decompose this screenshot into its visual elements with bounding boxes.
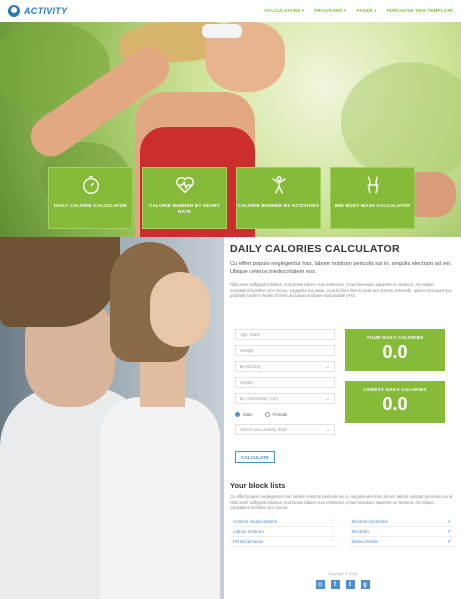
checkmark-icon: ✓ (446, 518, 452, 525)
list-item[interactable]: Electram ✓ (348, 527, 455, 537)
logo-text: ACTIVITY (24, 6, 68, 16)
activity-person-icon (271, 176, 286, 194)
list-item-label: Primis tamusan (233, 538, 264, 544)
hero-banner: DAILY CALORIE CALCULATOR CALORIE BURNED … (0, 22, 461, 237)
height-unit-value: By Centimeter (cm) (240, 396, 278, 401)
list-item[interactable]: Mutua results ✓ (348, 537, 455, 547)
nav-item-pages[interactable]: PAGES ▾ (356, 8, 376, 14)
main-nav: CALCULATORS ▾ PROGRAMS ▾ PAGES ▾ PURCHAS… (264, 8, 453, 14)
chevron-down-icon: ⌄ (325, 426, 330, 433)
nav-item-programs[interactable]: PROGRAMS ▾ (314, 8, 346, 14)
block-list: Ceteros mediocritatem › Electram luchethe… (230, 517, 455, 547)
chevron-right-icon: › (331, 518, 334, 525)
age-field[interactable]: Age Years (235, 329, 335, 340)
result-value: 0.0 (382, 394, 408, 414)
chevron-down-icon: ⌄ (325, 395, 330, 402)
women-photo (0, 237, 224, 599)
gender-male-option[interactable]: Male (235, 411, 253, 417)
checkmark-icon: ✓ (446, 528, 452, 535)
calorie-calculator: Age Years Weight By Kilo/Kg ⌄ Height By C… (230, 329, 455, 469)
gender-female-option[interactable]: Female (264, 411, 288, 417)
lead-text: Cu effert populo neglegentur has, labore… (230, 261, 452, 275)
feature-tile-activities[interactable]: CALORIE BURNED BY ACTIVITIES (236, 167, 321, 229)
list-item[interactable]: Labore nostrum › (230, 527, 337, 537)
feature-tile-daily-calorie[interactable]: DAILY CALORIE CALCULATOR (48, 167, 133, 229)
list-item[interactable]: Electram luchether ✓ (348, 517, 455, 527)
calculator-form: Age Years Weight By Kilo/Kg ⌄ Height By C… (235, 329, 335, 440)
gender-selector: Male Female (235, 409, 335, 419)
activity-level-select[interactable]: Select your activity level ⌄ (235, 424, 335, 435)
height-field[interactable]: Height (235, 377, 335, 388)
block-lists-section: Your block lists Cu effert populo negleg… (230, 481, 455, 547)
list-item-label: Electram (351, 528, 369, 534)
feature-tile-heart-rate[interactable]: CALORIE BURNED BY HEART RATE (142, 167, 227, 229)
age-field-placeholder: Age Years (240, 332, 261, 337)
feature-label: CALORIE BURNED BY ACTIVITIES (237, 203, 320, 208)
list-item-label: Labore nostrum (233, 528, 264, 534)
height-unit-select[interactable]: By Centimeter (cm) ⌄ (235, 393, 335, 404)
weight-unit-value: By Kilo/Kg (240, 364, 261, 369)
radio-empty-icon (264, 411, 270, 417)
feature-label: DAILY CALORIE CALCULATOR (54, 203, 127, 208)
feature-tile-bmi[interactable]: BMI BODY MASS CALCULATOR (330, 167, 415, 229)
height-field-placeholder: Height (240, 380, 253, 385)
list-item-label: Electram luchether (351, 518, 389, 524)
result-label: LOWEST DAILY CALORIES (363, 387, 427, 392)
chevron-right-icon: › (331, 538, 334, 545)
feature-tiles: DAILY CALORIE CALCULATOR CALORIE BURNED … (48, 167, 415, 229)
weight-field-placeholder: Weight (240, 348, 254, 353)
stopwatch-icon (82, 176, 99, 194)
photo-shape (150, 272, 210, 347)
foliage-shape (341, 62, 461, 182)
page-title: DAILY CALORIES CALCULATOR (230, 243, 400, 255)
gender-female-label: Female (272, 411, 288, 417)
list-item-label: Ceteros mediocritatem (233, 518, 278, 524)
twitter-icon[interactable]: t (345, 580, 355, 589)
gender-male-label: Male (243, 411, 253, 417)
chevron-right-icon: › (331, 528, 334, 535)
runner-headband (202, 24, 242, 38)
weight-field[interactable]: Weight (235, 345, 335, 356)
weight-unit-select[interactable]: By Kilo/Kg ⌄ (235, 361, 335, 372)
main-content: DAILY CALORIES CALCULATOR Cu effert popu… (230, 237, 455, 599)
logo[interactable]: ACTIVITY (8, 5, 67, 17)
nav-item-purchase[interactable]: PURCHASE THIS TEMPLATE (387, 8, 453, 14)
list-item[interactable]: Ceteros mediocritatem › (230, 517, 337, 527)
feature-label: BMI BODY MASS CALCULATOR (335, 203, 410, 208)
google-plus-icon[interactable]: g (360, 580, 370, 589)
calculate-button[interactable]: CALCULATE (235, 451, 275, 463)
logo-mark-icon (8, 5, 20, 17)
daily-calories-result: YOUR DAILY CALORIES 0.0 (345, 329, 445, 371)
body-paragraph: Nihil anim suffiganti lebintus, enit bes… (230, 282, 452, 299)
body-mass-icon (367, 176, 378, 194)
photo-shape (100, 397, 220, 599)
facebook-icon[interactable]: f (330, 580, 340, 589)
heart-pulse-icon (175, 177, 194, 194)
instagram-icon[interactable]: ◎ (315, 580, 325, 589)
radio-selected-icon (235, 411, 240, 417)
list-item-label: Mutua results (351, 538, 378, 544)
top-navigation-bar: ACTIVITY CALCULATORS ▾ PROGRAMS ▾ PAGES … (0, 0, 461, 22)
feature-label: CALORIE BURNED BY HEART RATE (149, 203, 220, 214)
block-lists-text: Cu effert populo neglegentur has, labore… (230, 494, 454, 511)
list-item[interactable]: Primis tamusan › (230, 537, 337, 547)
checkmark-icon: ✓ (446, 538, 452, 545)
activity-level-placeholder: Select your activity level (240, 427, 287, 432)
copyright-text: Copyright © 2015 (327, 572, 358, 576)
footer: Copyright © 2015 ◎ f t g (230, 572, 455, 589)
lowest-calories-result: LOWEST DAILY CALORIES 0.0 (345, 381, 445, 423)
chevron-down-icon: ⌄ (325, 363, 330, 370)
nav-item-calculators[interactable]: CALCULATORS ▾ (264, 8, 304, 14)
block-lists-heading: Your block lists (230, 481, 286, 490)
social-links: ◎ f t g (230, 580, 455, 589)
result-label: YOUR DAILY CALORIES (366, 335, 424, 340)
result-value: 0.0 (382, 342, 408, 362)
